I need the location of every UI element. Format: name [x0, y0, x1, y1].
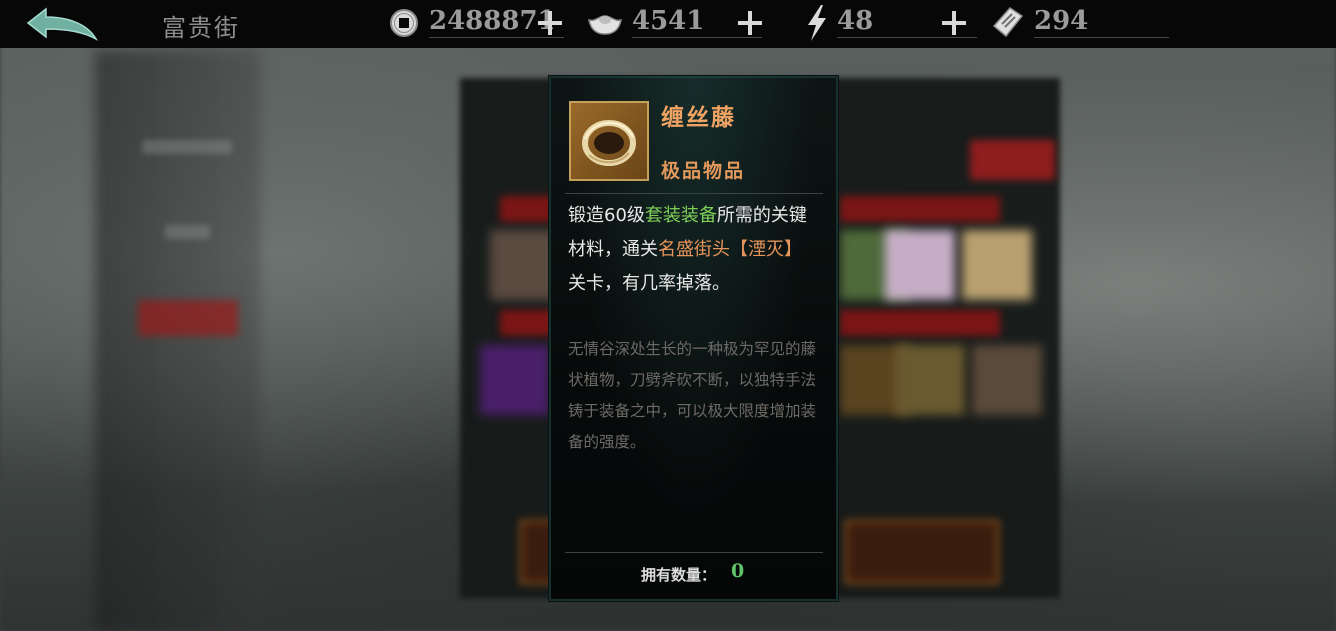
back-arrow-icon [26, 7, 99, 42]
resource-tickets: 294 [990, 0, 1170, 48]
add-stamina-button[interactable] [940, 9, 968, 37]
background-section-band [840, 196, 1000, 222]
item-grade: 极品物品 [661, 160, 746, 182]
silver-value: 4541 [632, 6, 705, 36]
ticket-icon [992, 7, 1024, 38]
copper-coin-icon [390, 9, 418, 37]
lightning-icon [808, 5, 826, 41]
item-name: 缠丝藤 [661, 104, 736, 131]
tickets-underline [1034, 37, 1169, 38]
silver-underline [632, 37, 762, 38]
item-tooltip: 缠丝藤 极品物品 锻造60级套装装备所需的关键材料，通关名盛街头【湮灭】关卡，有… [549, 76, 838, 601]
desc-highlight-stage: 名盛街头【湮灭】 [658, 239, 802, 260]
background-item-slot [885, 230, 955, 300]
background-item-slot [972, 345, 1042, 415]
item-description: 锻造60级套装装备所需的关键材料，通关名盛街头【湮灭】关卡，有几率掉落。 [568, 199, 818, 301]
background-item-slot [480, 345, 550, 415]
background-menu-item [142, 140, 232, 154]
background-item-slot [962, 230, 1032, 300]
owned-count-label: 拥有数量： [641, 566, 717, 584]
vine-ring-icon [569, 101, 649, 181]
background-section-band [840, 310, 1000, 336]
desc-text: 关卡，有几率掉落。 [568, 273, 730, 294]
background-side-panel [95, 50, 260, 631]
add-coins-button[interactable] [536, 9, 564, 37]
footer-divider [565, 552, 823, 553]
background-item-slot [895, 345, 965, 415]
top-bar: 富贵街 2488871 4541 48 294 [0, 0, 1336, 48]
background-button [845, 520, 999, 584]
background-menu-item [165, 225, 210, 239]
coins-underline [429, 37, 564, 38]
owned-count-value: 0 [731, 560, 745, 582]
item-image [582, 120, 636, 166]
background-tab-selected [970, 140, 1055, 180]
stamina-underline [837, 37, 977, 38]
stamina-value: 48 [837, 6, 874, 36]
add-silver-button[interactable] [736, 9, 764, 37]
desc-text: 锻造60级 [568, 205, 645, 226]
header-divider [565, 193, 823, 194]
desc-highlight-set-equipment: 套装装备 [644, 205, 717, 226]
silver-ingot-icon [588, 15, 622, 35]
location-title: 富贵街 [162, 14, 240, 42]
background-menu-item-selected [138, 300, 238, 336]
tickets-value: 294 [1034, 6, 1089, 36]
back-button[interactable] [24, 5, 104, 43]
item-lore: 无情谷深处生长的一种极为罕见的藤状植物，刀劈斧砍不断，以独特手法铸于装备之中，可… [568, 340, 817, 451]
